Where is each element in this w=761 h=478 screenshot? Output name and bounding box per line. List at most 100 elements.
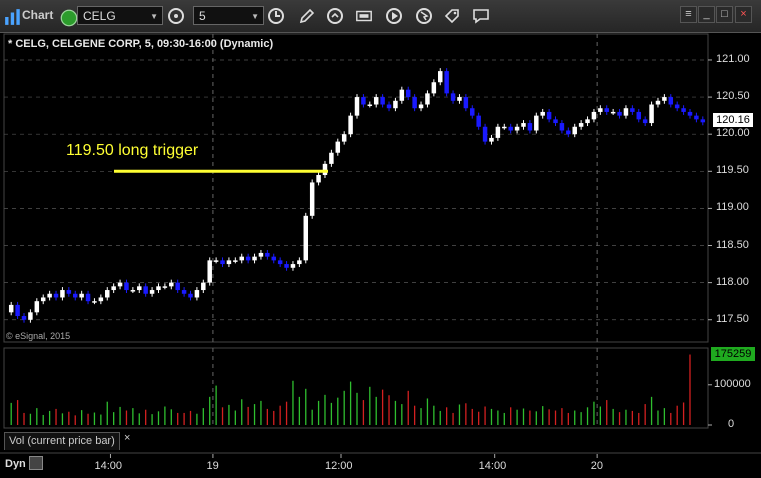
candle-body <box>546 111 552 120</box>
candle-body <box>15 304 20 317</box>
candle-body <box>79 293 84 298</box>
candle-body <box>450 93 456 101</box>
candle-body <box>617 111 622 116</box>
y-tick-label: 121.00 <box>716 52 750 65</box>
candle-body <box>585 119 590 124</box>
candle-body <box>348 115 353 135</box>
candle-body <box>508 126 513 131</box>
candle-body <box>361 97 366 105</box>
candle-body <box>111 286 116 291</box>
candle-body <box>303 215 309 261</box>
candle-body <box>559 123 565 131</box>
candle-body <box>642 119 648 124</box>
candle-body <box>598 108 603 112</box>
candle-body <box>386 104 392 109</box>
candle-body <box>354 97 360 116</box>
candle-body <box>553 119 558 124</box>
candle-body <box>521 123 526 127</box>
candle-body <box>265 252 270 257</box>
candle-body <box>566 130 571 135</box>
candle-body <box>662 97 667 101</box>
candle-body <box>534 115 539 131</box>
candle-body <box>418 104 424 109</box>
candle-body <box>149 290 155 294</box>
candle-body <box>405 89 411 98</box>
volume-panel <box>3 347 709 429</box>
chart-canvas[interactable] <box>0 0 761 478</box>
candle-body <box>220 260 225 265</box>
y-tick-label: 118.50 <box>716 238 749 251</box>
candle-body <box>527 123 533 131</box>
y-tick-label: 119.50 <box>716 164 749 177</box>
candle-body <box>53 293 59 298</box>
candle-body <box>604 108 609 112</box>
candle-body <box>476 115 481 127</box>
volume-tick-label: 100000 <box>714 377 751 390</box>
candle-body <box>194 290 200 298</box>
candle-body <box>649 104 654 124</box>
candle-body <box>181 290 187 294</box>
candle-body <box>367 104 373 107</box>
candle-body <box>156 286 161 291</box>
candle-body <box>284 264 289 268</box>
y-tick-label: 120.00 <box>716 127 750 140</box>
candle-body <box>34 301 40 313</box>
candle-body <box>380 97 385 105</box>
candle-body <box>271 256 276 261</box>
candle-body <box>687 111 693 116</box>
candle-body <box>137 286 142 291</box>
volume-tick-label: 0 <box>728 418 735 430</box>
last-price-badge: 120.16 <box>713 113 753 127</box>
candle-body <box>207 260 212 283</box>
candle-body <box>572 126 577 135</box>
candle-body <box>630 108 635 112</box>
candle-body <box>226 260 232 265</box>
study-close-icon[interactable]: × <box>124 432 130 444</box>
candle-body <box>309 182 315 216</box>
candle-body <box>610 111 616 114</box>
candle-body <box>201 282 206 291</box>
x-tick-label: 12:00 <box>324 460 353 472</box>
y-tick-label: 119.00 <box>716 201 749 214</box>
candle-body <box>143 286 148 294</box>
candle-body <box>694 115 699 120</box>
x-tick-label: 19 <box>206 460 219 472</box>
study-tab[interactable]: Vol (current price bar) <box>4 432 120 450</box>
candle-body <box>175 282 180 291</box>
y-tick-label: 118.00 <box>716 275 749 288</box>
candle-body <box>412 97 417 109</box>
price-panel <box>3 33 709 343</box>
candle-body <box>316 175 321 183</box>
dynamic-mode-label: Dyn <box>5 458 26 470</box>
candle-body <box>700 119 706 123</box>
candle-body <box>335 141 341 153</box>
candle-body <box>239 256 244 261</box>
candle-body <box>322 163 328 176</box>
candle-body <box>578 123 584 127</box>
x-tick-label: 14:00 <box>478 460 507 472</box>
candle-body <box>72 293 78 298</box>
candle-body <box>636 111 642 120</box>
candle-body <box>681 108 686 112</box>
candle-body <box>655 100 661 105</box>
last-volume-badge: 175259 <box>711 347 755 361</box>
candle-body <box>502 126 507 129</box>
candle-body <box>162 286 168 288</box>
candle-body <box>21 316 27 320</box>
trigger-annotation: 119.50 long trigger <box>66 142 199 159</box>
candle-body <box>495 126 501 138</box>
chart-title: * CELG, CELGENE CORP, 5, 09:30-16:00 (Dy… <box>8 38 274 50</box>
candle-body <box>425 93 430 105</box>
candle-body <box>60 290 65 298</box>
lock-icon[interactable] <box>29 456 43 470</box>
candle-body <box>514 126 520 131</box>
candle-body <box>482 126 488 142</box>
candle-body <box>169 282 174 287</box>
candle-body <box>290 264 296 268</box>
candle-body <box>47 293 52 298</box>
candle-body <box>457 97 462 101</box>
candle-body <box>258 252 264 257</box>
candle-body <box>277 260 283 265</box>
candle-body <box>341 134 347 142</box>
candle-body <box>66 290 72 294</box>
